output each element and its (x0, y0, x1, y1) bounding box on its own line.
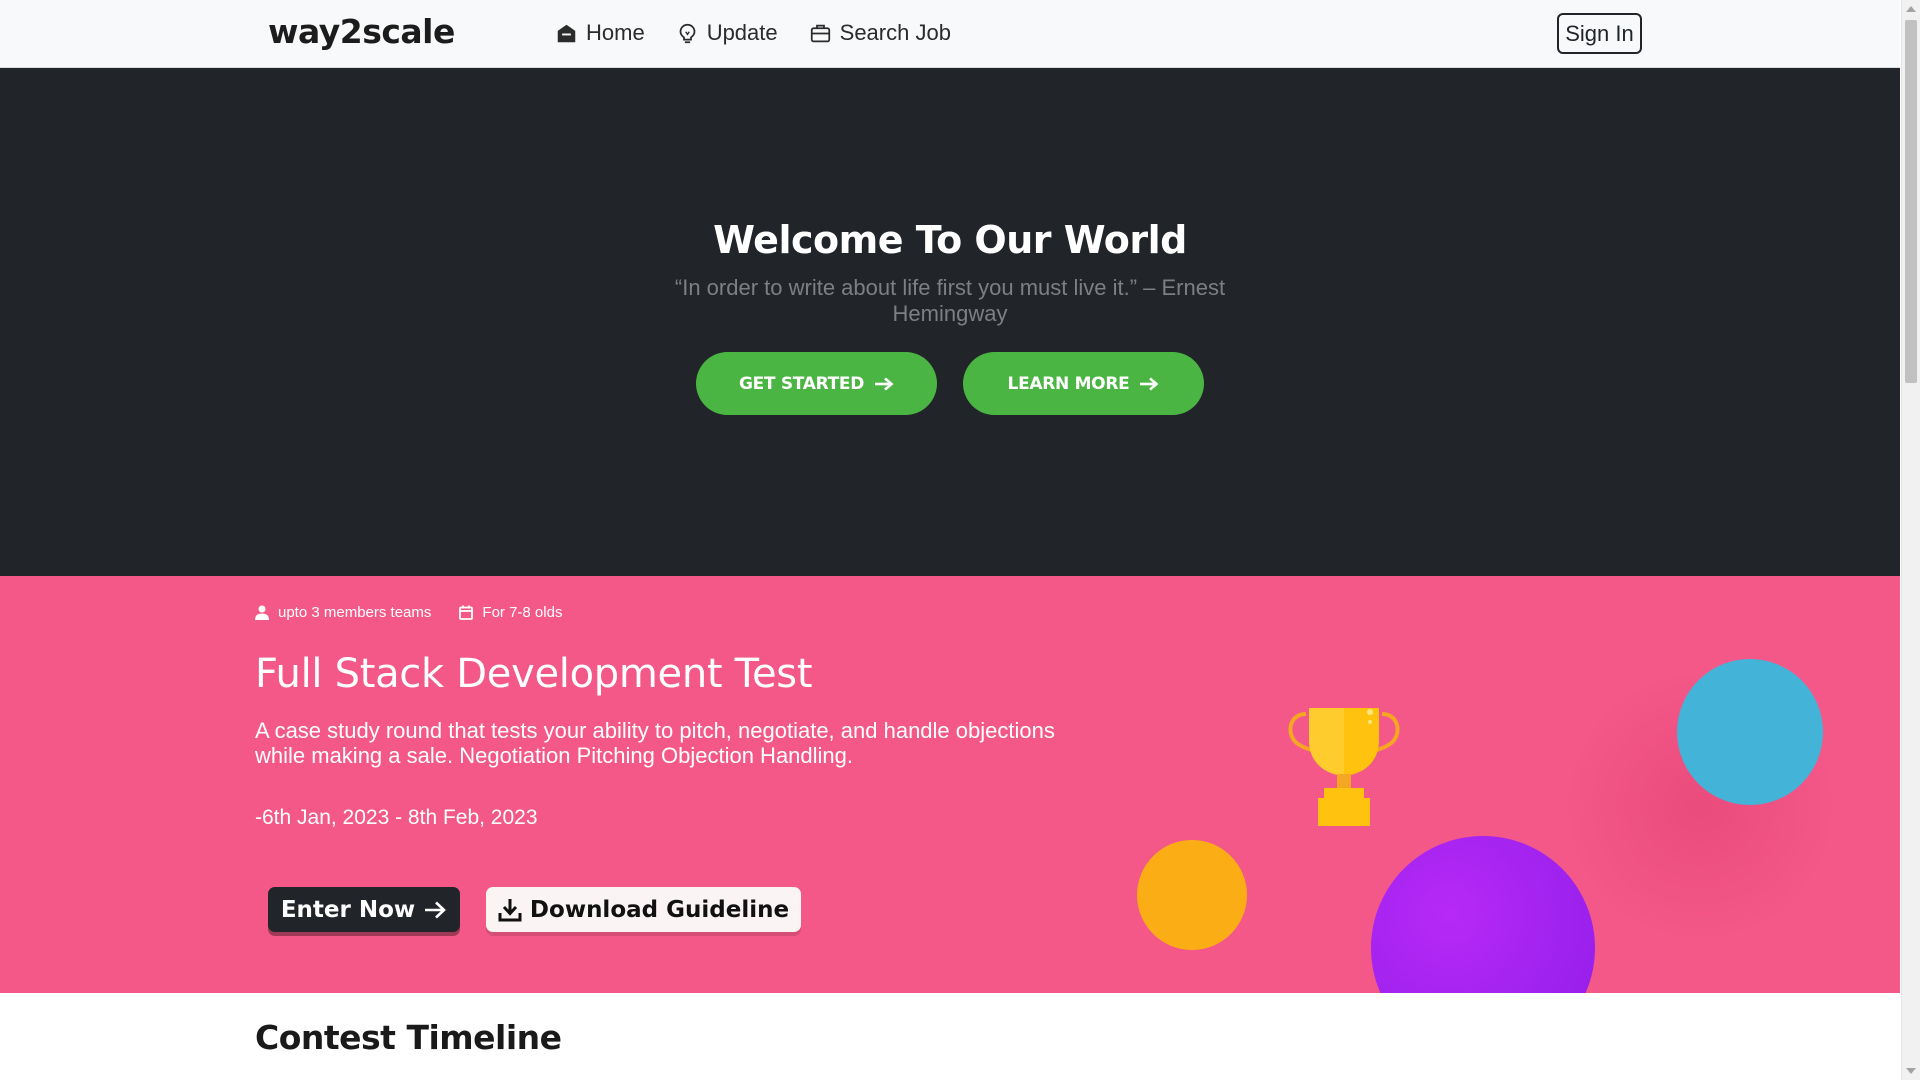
scroll-up-icon[interactable] (1906, 6, 1916, 12)
scroll-down-icon[interactable] (1906, 1068, 1916, 1074)
nav-link-label: Home (586, 20, 645, 45)
user-icon (255, 605, 269, 620)
nav-link-update[interactable]: Update (677, 20, 778, 46)
download-guideline-button[interactable]: Download Guideline (486, 887, 801, 932)
scrollbar-thumb[interactable] (1905, 20, 1917, 383)
trophy-icon (1288, 708, 1400, 826)
arrow-right-icon (1140, 377, 1159, 390)
age-group-info: For 7-8 olds (459, 604, 562, 621)
nav-link-label: Search Job (839, 20, 951, 45)
team-size-info: upto 3 members teams (255, 604, 431, 621)
arrow-right-icon (425, 901, 447, 918)
page-scrollbar[interactable] (1901, 0, 1920, 1080)
get-started-label: GET STARTED (738, 373, 865, 394)
hero-section: Welcome To Our World “In order to write … (0, 68, 1900, 576)
enter-now-label: Enter Now (280, 896, 416, 923)
hero-buttons: GET STARTED LEARN MORE (0, 352, 1900, 415)
learn-more-button[interactable]: LEARN MORE (963, 352, 1204, 415)
briefcase-icon (810, 24, 830, 42)
decorative-circle-orange (1137, 840, 1247, 950)
hero-quote: “In order to write about life first you … (674, 275, 1226, 326)
page: way2scale Home Update Search Job Sign In… (0, 0, 1900, 1080)
nav-link-search-job[interactable]: Search Job (810, 20, 951, 46)
sign-in-button[interactable]: Sign In (1557, 13, 1642, 54)
age-group-label: For 7-8 olds (482, 604, 563, 621)
hero-title: Welcome To Our World (713, 218, 1187, 262)
contest-description: A case study round that tests your abili… (255, 718, 1055, 768)
contest-dates: -6th Jan, 2023 - 8th Feb, 2023 (255, 806, 538, 829)
contest-section: upto 3 members teams For 7-8 olds Full S… (0, 576, 1900, 993)
nav-link-home[interactable]: Home (556, 20, 645, 46)
enter-now-button[interactable]: Enter Now (268, 887, 460, 932)
calendar-icon (459, 605, 474, 620)
timeline-section: Contest Timeline (0, 993, 1900, 1080)
navbar: way2scale Home Update Search Job Sign In (0, 0, 1900, 68)
timeline-title: Contest Timeline (255, 1018, 562, 1057)
contest-title: Full Stack Development Test (255, 651, 813, 697)
bulb-icon (679, 23, 696, 43)
get-started-button[interactable]: GET STARTED (696, 352, 937, 415)
learn-more-label: LEARN MORE (1007, 373, 1130, 394)
download-guideline-label: Download Guideline (529, 896, 790, 923)
arrow-right-icon (875, 377, 894, 390)
decorative-circle-purple (1371, 836, 1595, 993)
contest-meta: upto 3 members teams For 7-8 olds (255, 604, 562, 621)
brand-logo[interactable]: way2scale (268, 12, 455, 51)
decorative-circle-blue (1677, 659, 1823, 805)
team-size-label: upto 3 members teams (278, 604, 432, 621)
nav-links: Home Update Search Job (556, 20, 951, 46)
nav-link-label: Update (706, 20, 778, 45)
home-icon (557, 24, 576, 42)
download-icon (498, 898, 522, 921)
